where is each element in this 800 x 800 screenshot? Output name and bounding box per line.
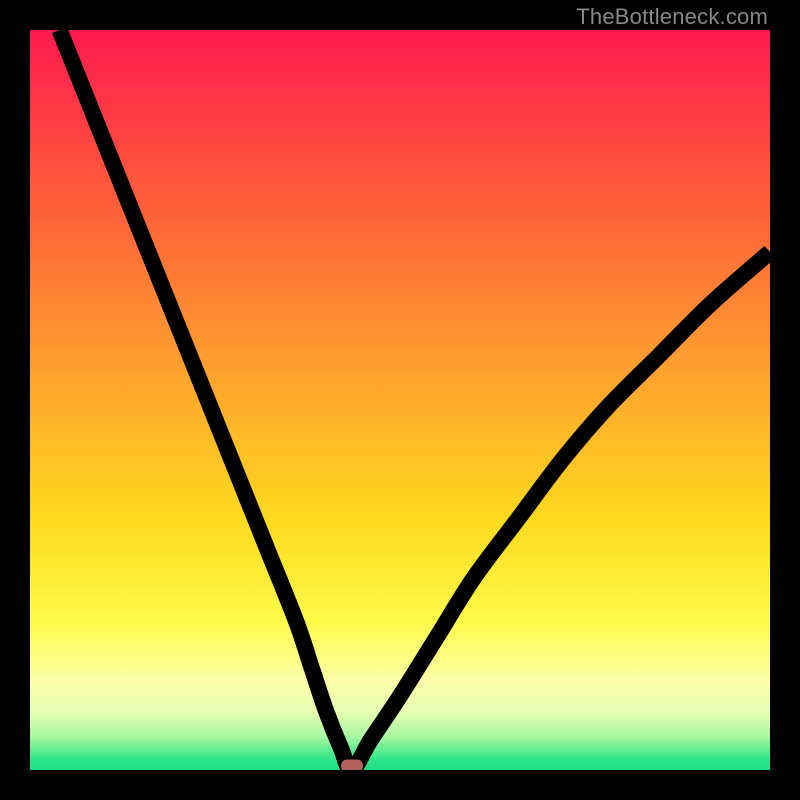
chart-frame: TheBottleneck.com <box>0 0 800 800</box>
optimal-marker <box>341 759 363 770</box>
watermark-text: TheBottleneck.com <box>576 4 768 30</box>
curve-layer <box>30 30 770 770</box>
bottleneck-curve <box>60 30 770 770</box>
plot-area <box>30 30 770 770</box>
